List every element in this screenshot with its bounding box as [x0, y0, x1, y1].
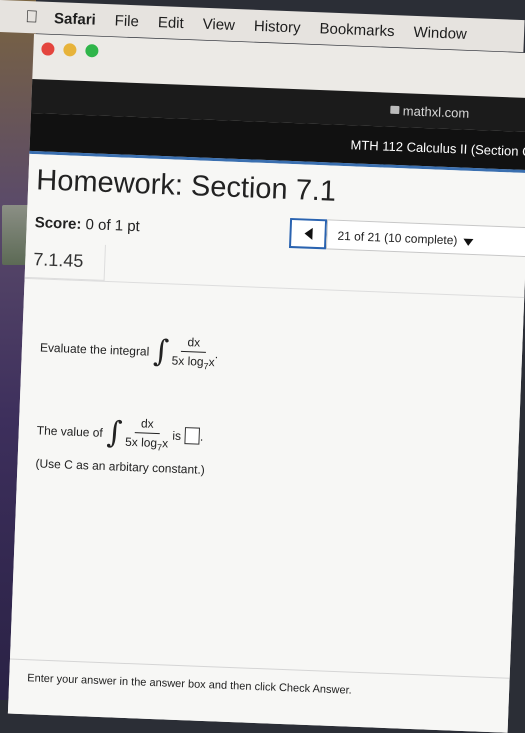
close-button[interactable] — [41, 42, 55, 56]
prompt-period: . — [214, 346, 219, 361]
question-number: 7.1.45 — [32, 249, 84, 272]
integral-sign-2: ∫ — [106, 414, 124, 451]
denominator-text: 5x log — [171, 353, 204, 369]
url-text: mathxl.com — [402, 103, 470, 121]
answer-prefix: The value of — [36, 423, 104, 440]
caret-down-icon — [463, 238, 474, 247]
answer-line: The value of ∫ dx 5x log7x is . — [36, 412, 204, 454]
denominator: 5x log7x — [171, 352, 215, 372]
score-label: Score: — [34, 214, 82, 233]
page-title: Homework: Section 7.1 — [35, 164, 337, 208]
divider — [24, 277, 525, 299]
answer-period: . — [199, 429, 204, 444]
menu-view[interactable]: View — [202, 15, 235, 33]
denominator-var-2: x — [161, 436, 169, 451]
window-controls — [41, 42, 99, 58]
score-value: 0 of 1 pt — [85, 216, 141, 236]
answer-input[interactable] — [184, 427, 201, 445]
footer-instruction: Enter your answer in the answer box and … — [27, 672, 352, 697]
url-field[interactable]: mathxl.com — [389, 103, 470, 121]
homework-panel: Homework: Section 7.1 Score: 0 of 1 pt 2… — [7, 153, 525, 733]
menu-window[interactable]: Window — [413, 23, 467, 42]
zoom-button[interactable] — [85, 43, 99, 58]
arrow-left-icon — [303, 227, 313, 240]
menu-bookmarks[interactable]: Bookmarks — [319, 20, 395, 40]
denominator-text-2: 5x log — [124, 434, 158, 451]
browser-window: mathxl.com MTH 112 Calculus II (Section … — [7, 34, 525, 733]
question-prompt: Evaluate the integral ∫ dx 5x log7x . — [39, 329, 219, 372]
integrand-fraction-2: dx 5x log7x — [125, 416, 169, 453]
integrand-fraction: dx 5x log7x — [171, 334, 215, 372]
menu-history[interactable]: History — [254, 17, 301, 36]
previous-question-button[interactable] — [288, 217, 328, 250]
numerator-2: dx — [134, 416, 160, 435]
question-selector-label: 21 of 21 (10 complete) — [337, 228, 458, 248]
denominator-2: 5x log7x — [125, 433, 169, 453]
menu-edit[interactable]: Edit — [158, 14, 184, 32]
prompt-text: Evaluate the integral — [39, 340, 150, 359]
score: Score: 0 of 1 pt — [34, 214, 140, 235]
apple-menu-icon[interactable]:  — [25, 7, 38, 27]
integral-sign: ∫ — [152, 333, 170, 370]
minimize-button[interactable] — [63, 43, 77, 57]
question-selector[interactable]: 21 of 21 (10 complete) — [325, 219, 525, 258]
course-title: MTH 112 Calculus II (Section C) — [350, 137, 525, 160]
menu-safari[interactable]: Safari — [54, 10, 96, 29]
lock-icon — [389, 105, 400, 115]
answer-mid: is — [172, 428, 182, 443]
menu-file[interactable]: File — [114, 12, 139, 30]
instruction-note: (Use C as an arbitary constant.) — [35, 456, 206, 477]
numerator: dx — [181, 334, 207, 353]
